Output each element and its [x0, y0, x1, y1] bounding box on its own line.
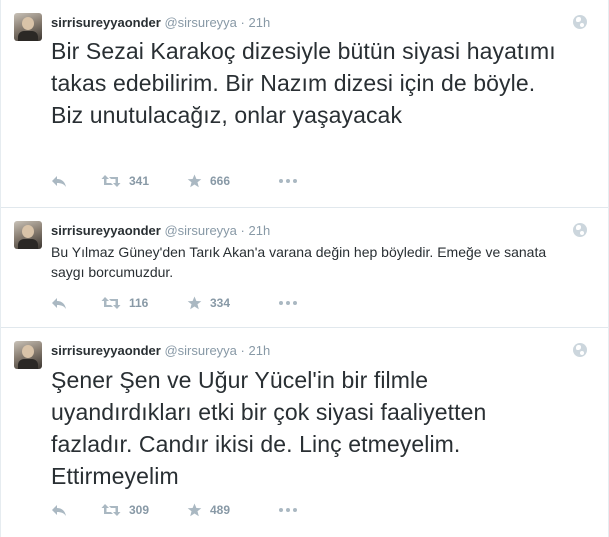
favorite-button[interactable]: 489 — [187, 503, 279, 517]
favorite-button[interactable]: 666 — [187, 174, 279, 188]
favorite-count: 334 — [210, 296, 231, 310]
retweet-icon — [101, 504, 121, 516]
favorite-button[interactable]: 334 — [187, 296, 279, 310]
reply-icon — [52, 298, 66, 309]
favorite-count: 489 — [210, 503, 231, 517]
star-icon — [187, 503, 202, 517]
more-button[interactable] — [279, 301, 309, 305]
avatar[interactable] — [14, 221, 42, 249]
reply-button[interactable] — [51, 503, 101, 517]
reply-icon — [52, 176, 66, 187]
tweet-header: sirrisureyyaonder @sirsureyya · 21h — [51, 342, 270, 359]
avatar[interactable] — [14, 341, 42, 369]
tweet[interactable]: sirrisureyyaonder @sirsureyya · 21h Bir … — [1, 0, 608, 208]
reply-button[interactable] — [51, 296, 101, 310]
tweet-text: Bir Sezai Karakoç dizesiyle bütün siyasi… — [51, 38, 556, 128]
tweet-actions: 309 489 — [51, 501, 309, 519]
tweet-stream: sirrisureyyaonder @sirsureyya · 21h Bir … — [0, 0, 609, 537]
timestamp[interactable]: 21h — [249, 223, 271, 238]
star-icon — [187, 296, 202, 310]
tweet[interactable]: sirrisureyyaonder @sirsureyya · 21h Bu Y… — [1, 208, 608, 328]
retweet-count: 341 — [129, 174, 150, 188]
tweet-text: Şener Şen ve Uğur Yücel'in bir filmle uy… — [51, 367, 487, 489]
user-handle[interactable]: @sirsureyya — [164, 343, 236, 358]
user-handle[interactable]: @sirsureyya — [164, 223, 236, 238]
globe-icon — [573, 223, 587, 237]
retweet-button[interactable]: 116 — [101, 296, 187, 310]
tweet[interactable]: sirrisureyyaonder @sirsureyya · 21h Şene… — [1, 328, 608, 537]
tweet-header: sirrisureyyaonder @sirsureyya · 21h — [51, 14, 270, 31]
retweet-button[interactable]: 341 — [101, 174, 187, 188]
globe-icon — [573, 343, 587, 357]
more-button[interactable] — [279, 508, 309, 512]
user-name[interactable]: sirrisureyyaonder — [51, 223, 161, 238]
user-handle[interactable]: @sirsureyya — [164, 15, 236, 30]
favorite-count: 666 — [210, 174, 231, 188]
avatar[interactable] — [14, 13, 42, 41]
more-icon — [279, 508, 297, 512]
separator: · — [240, 223, 245, 238]
tweet-header: sirrisureyyaonder @sirsureyya · 21h — [51, 222, 270, 239]
more-icon — [279, 179, 297, 183]
timestamp[interactable]: 21h — [249, 15, 271, 30]
tweet-text: Bu Yılmaz Güney'den Tarık Akan'a varana … — [51, 244, 547, 280]
globe-icon — [573, 15, 587, 29]
tweet-actions: 341 666 — [51, 172, 309, 190]
retweet-count: 116 — [129, 296, 149, 310]
retweet-count: 309 — [129, 503, 150, 517]
retweet-icon — [101, 297, 121, 309]
more-icon — [279, 301, 297, 305]
more-button[interactable] — [279, 179, 309, 183]
star-icon — [187, 174, 202, 188]
separator: · — [240, 343, 245, 358]
separator: · — [240, 15, 245, 30]
reply-icon — [52, 505, 66, 516]
tweet-actions: 116 334 — [51, 294, 309, 312]
reply-button[interactable] — [51, 174, 101, 188]
retweet-icon — [101, 175, 121, 187]
user-name[interactable]: sirrisureyyaonder — [51, 15, 161, 30]
user-name[interactable]: sirrisureyyaonder — [51, 343, 161, 358]
retweet-button[interactable]: 309 — [101, 503, 187, 517]
timestamp[interactable]: 21h — [249, 343, 271, 358]
